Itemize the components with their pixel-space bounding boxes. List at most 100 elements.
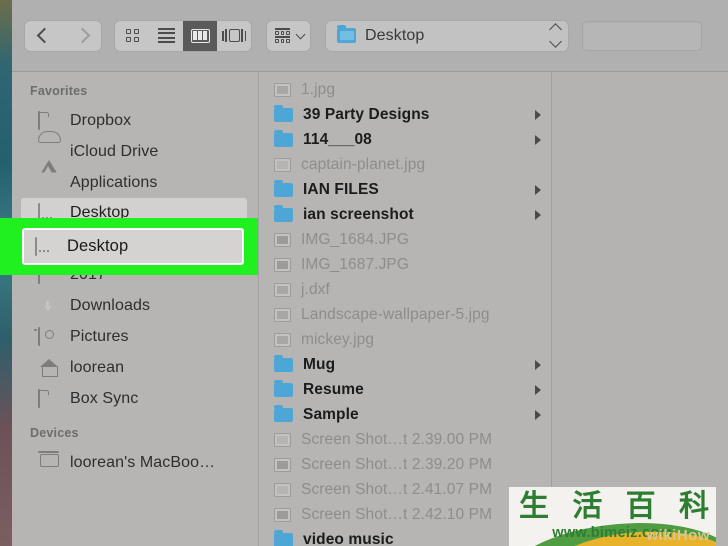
file-name: Screen Shot…t 2.39.20 PM [301,455,493,473]
file-name: j.dxf [301,280,330,298]
file-name: IMG_1687.JPG [301,255,410,273]
sidebar-item-pictures[interactable]: Pictures [12,321,258,352]
sidebar-item-label: Applications [70,173,158,191]
view-mode-button-group [115,20,251,51]
file-name: Screen Shot…t 2.42.10 PM [301,505,493,523]
sidebar-item-applications[interactable]: Applications [12,167,258,198]
list-item[interactable]: IMG_1687.JPG [259,252,551,277]
file-name: Screen Shot…t 2.39.00 PM [301,430,493,448]
list-item[interactable]: 1.jpg [259,77,551,102]
chevron-right-icon [74,27,90,44]
file-name: mickey.jpg [301,330,375,348]
list-item[interactable]: j.dxf [259,277,551,302]
path-popup-button[interactable]: Desktop [326,20,568,51]
list-item[interactable]: IAN FILES [259,177,551,202]
applications-icon [38,174,59,192]
list-item[interactable]: Mug [259,352,551,377]
forward-button[interactable] [63,21,101,51]
file-name: Resume [303,380,364,398]
file-name: Screen Shot…t 2.41.07 PM [301,480,493,498]
watermark-ghost-text: wikiHow [646,527,710,544]
icon-view-button[interactable] [115,21,149,51]
downloads-icon [38,297,59,315]
image-file-icon [274,307,291,322]
watermark-char: 活 [572,489,603,524]
chevron-right-icon [535,209,541,220]
list-item[interactable]: ian screenshot [259,202,551,227]
folder-blue-icon [274,205,293,222]
sidebar-item-label: loorean [70,358,125,376]
gallery-icon [222,29,246,42]
list-item[interactable]: 114___08 [259,127,551,152]
file-list-column[interactable]: 1.jpg 39 Party Designs 114___08 captain-… [259,72,552,546]
list-item[interactable]: IMG_1684.JPG [259,227,551,252]
document-file-icon [274,282,291,297]
home-icon [38,359,59,377]
search-input[interactable] [582,20,702,51]
watermark-characters: 生 活 百 科 [519,490,709,524]
file-name: ian screenshot [303,205,414,223]
file-name: 39 Party Designs [303,105,430,123]
list-item[interactable]: Sample [259,402,551,427]
chevron-right-icon [535,384,541,395]
sidebar-item-downloads[interactable]: Downloads [12,290,258,321]
chevron-right-icon [535,184,541,195]
folder-blue-icon [274,105,293,122]
camera-icon [38,326,59,346]
stepper-icon[interactable] [549,23,562,48]
folder-blue-icon [274,180,293,197]
laptop-icon [38,454,59,472]
action-menu-button[interactable] [267,20,310,51]
list-item[interactable]: Resume [259,377,551,402]
file-name: IAN FILES [303,180,379,198]
annotation-highlight-desktop: Desktop [0,218,258,275]
back-button[interactable] [25,21,63,51]
chevron-down-icon [295,29,306,39]
file-name: video music [303,530,394,546]
image-file-icon [274,507,291,522]
column-view-button[interactable] [183,20,217,51]
columns-icon [190,28,210,43]
list-item[interactable]: Screen Shot…t 2.41.07 PM [259,477,551,502]
sidebar-item-macbook[interactable]: loorean's MacBoo… [12,447,258,478]
list-item[interactable]: Screen Shot…t 2.39.00 PM [259,427,551,452]
list-item[interactable]: Screen Shot…t 2.42.10 PM [259,502,551,527]
file-name: captain-planet.jpg [301,155,426,173]
list-item[interactable]: Screen Shot…t 2.39.20 PM [259,452,551,477]
image-file-icon [274,257,291,272]
watermark-char: 科 [678,489,709,524]
image-file-icon [274,432,291,447]
list-item[interactable]: video music [259,527,551,546]
chevron-right-icon [535,409,541,420]
image-file-icon [274,482,291,497]
chevron-left-icon [36,27,52,44]
chevron-right-icon [535,134,541,145]
navigation-button-group [25,20,101,51]
folder-blue-icon [274,380,293,397]
sidebar-item-label: Pictures [70,327,129,345]
action-gear-icon [275,27,290,44]
list-item[interactable]: Landscape-wallpaper-5.jpg [259,302,551,327]
list-item[interactable]: mickey.jpg [259,327,551,352]
sidebar-item-loorean[interactable]: loorean [12,352,258,383]
chevron-right-icon [535,359,541,370]
folder-icon [38,388,59,408]
file-name: 114___08 [303,130,372,148]
folder-blue-icon [274,405,293,422]
sidebar-item-box-sync[interactable]: Box Sync [12,383,258,414]
highlighted-sidebar-item-desktop[interactable]: Desktop [22,228,244,265]
highlighted-item-label: Desktop [67,237,129,255]
chevron-right-icon [535,109,541,120]
file-name: 1.jpg [301,80,336,98]
gallery-view-button[interactable] [217,21,251,51]
watermark-logo: 生 活 百 科 www.bimeiz.com wikiHow [509,487,716,546]
file-name: Landscape-wallpaper-5.jpg [301,305,490,323]
list-view-button[interactable] [149,21,183,51]
image-file-icon [274,82,291,97]
image-file-icon [274,157,291,172]
file-name: Sample [303,405,359,423]
list-item[interactable]: 39 Party Designs [259,102,551,127]
preview-column [553,72,728,546]
list-item[interactable]: captain-planet.jpg [259,152,551,177]
folder-blue-icon [274,530,293,546]
